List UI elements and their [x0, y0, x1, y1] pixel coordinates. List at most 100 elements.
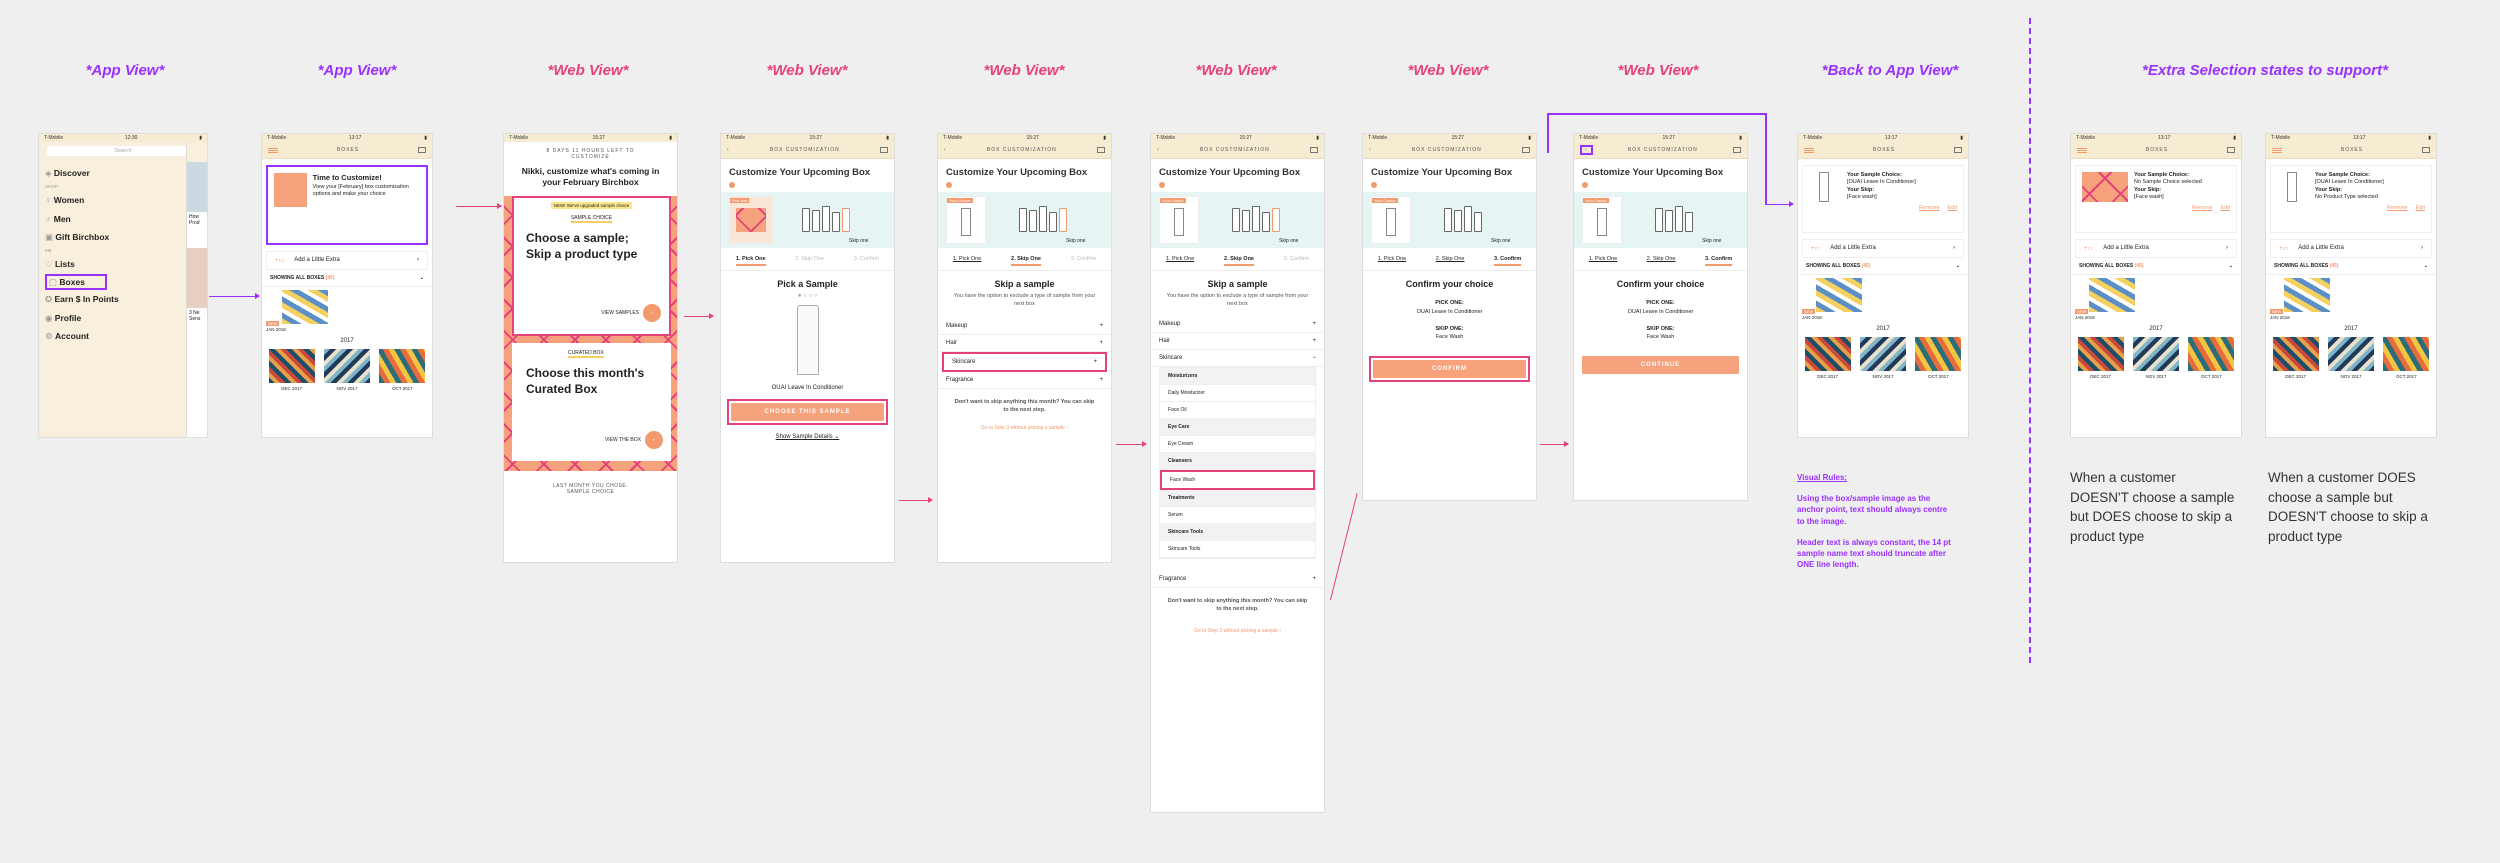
subcategory-item[interactable]: Face Oil: [1160, 402, 1315, 420]
remove-link[interactable]: Remove: [2387, 205, 2407, 211]
jan-box[interactable]: NEW JAN 2018: [2071, 275, 2241, 322]
box-oct[interactable]: OCT 2017: [2382, 336, 2430, 379]
box-dec[interactable]: DEC 2017: [2077, 336, 2125, 379]
add-extra-row[interactable]: +▭ Add a Little Extra ›: [266, 251, 428, 270]
tab-skip-one[interactable]: 2. Skip One: [1224, 256, 1254, 266]
tab-pick-one[interactable]: 1. Pick One: [1166, 256, 1194, 266]
cart-icon[interactable]: [1309, 147, 1318, 153]
subcategory-item[interactable]: Serum: [1160, 507, 1315, 525]
box-nov[interactable]: NOV 2017: [2132, 336, 2180, 379]
view-box-link[interactable]: VIEW THE BOX ›: [605, 431, 663, 450]
tab-skip-one[interactable]: 2. Skip One: [795, 256, 824, 266]
confirm-button[interactable]: CONFIRM: [1373, 360, 1526, 379]
menu-search-input[interactable]: Search: [47, 146, 199, 156]
cart-icon[interactable]: [1953, 147, 1962, 153]
jan-box[interactable]: NEW JAN 2018: [2266, 275, 2436, 322]
go-step3-link[interactable]: Go to Step 3 without picking a sample ›: [1151, 614, 1324, 634]
tab-skip-one[interactable]: 2. Skip One: [1647, 256, 1676, 266]
menu-item-men[interactable]: ♂ Men: [45, 210, 178, 229]
choose-sample-button[interactable]: CHOOSE THIS SAMPLE: [731, 403, 884, 421]
box-oct[interactable]: OCT 2017: [1914, 336, 1962, 379]
tab-confirm[interactable]: 3. Confirm: [1071, 256, 1096, 266]
selection-card[interactable]: Your Sample Choice: No Sample Choice sele…: [2075, 165, 2237, 233]
back-icon[interactable]: ‹: [727, 147, 730, 153]
continue-button[interactable]: CONTINUE: [1582, 356, 1739, 375]
subcategory-item[interactable]: Face Wash: [1160, 470, 1315, 491]
menu-item-account[interactable]: ⚙ Account: [45, 327, 178, 346]
go-step3-link[interactable]: Go to Step 3 without picking a sample ›: [938, 415, 1111, 431]
tab-confirm[interactable]: 3. Confirm: [854, 256, 879, 266]
cart-icon[interactable]: [417, 147, 426, 153]
back-icon[interactable]: ‹: [944, 147, 947, 153]
tab-skip-one[interactable]: 2. Skip One: [1436, 256, 1465, 266]
jan-box[interactable]: NEW JAN 2018: [1798, 275, 1968, 322]
nav-bar: ‹ BOX CUSTOMIZATION: [938, 142, 1111, 159]
menu-section-me: ME: [45, 247, 52, 253]
menu-item-boxes[interactable]: ▢ Boxes: [45, 273, 178, 291]
tab-skip-one[interactable]: 2. Skip One: [1011, 256, 1041, 266]
back-icon[interactable]: ‹: [1369, 147, 1372, 153]
cart-icon[interactable]: [879, 147, 888, 153]
subcategory-item[interactable]: Skincare Tools: [1160, 541, 1315, 559]
menu-item-points[interactable]: ✪ Earn $ In Points: [45, 290, 178, 309]
status-bar: T-Mobile 13:17 ▮: [1798, 134, 1968, 142]
add-extra-row[interactable]: +▭ Add a Little Extra ›: [1802, 239, 1964, 258]
menu-item-profile[interactable]: ◉ Profile: [45, 309, 178, 328]
add-extra-row[interactable]: +▭ Add a Little Extra ›: [2075, 239, 2237, 258]
jan-box[interactable]: NEW JAN 2018: [262, 287, 432, 334]
show-details-link[interactable]: Show Sample Details ⌄: [721, 429, 894, 444]
remove-link[interactable]: Remove: [1919, 205, 1939, 211]
box-dec[interactable]: DEC 2017: [2272, 336, 2320, 379]
category-makeup[interactable]: Makeup +: [1151, 316, 1324, 334]
menu-item-gift[interactable]: ▣ Gift Birchbox: [45, 228, 178, 247]
cart-icon[interactable]: [2421, 147, 2430, 153]
category-hair[interactable]: Hair +: [1151, 333, 1324, 351]
tab-pick-one[interactable]: 1. Pick One: [953, 256, 981, 266]
selection-text: Your Sample Choice: [OUAI Leave In Condit…: [2315, 172, 2425, 211]
tab-pick-one[interactable]: 1. Pick One: [735, 256, 766, 266]
tab-pick-one[interactable]: 1. Pick One: [1589, 256, 1617, 266]
edit-link[interactable]: Edit: [1948, 205, 1957, 211]
box-nov[interactable]: NOV 2017: [1859, 336, 1907, 379]
subcategory-item[interactable]: Eye Cream: [1160, 436, 1315, 454]
category-skincare[interactable]: Skincare +: [942, 352, 1107, 373]
box-nov[interactable]: NOV 2017: [2327, 336, 2375, 379]
tab-confirm[interactable]: 3. Confirm: [1705, 256, 1733, 266]
showing-all-row[interactable]: SHOWING ALL BOXES (45) ⌄: [2071, 258, 2241, 275]
category-hair[interactable]: Hair +: [938, 335, 1111, 353]
category-fragrance[interactable]: Fragrance +: [1151, 571, 1324, 589]
time-to-customize-card[interactable]: Time to Customize! View your [February] b…: [266, 165, 428, 245]
selection-card[interactable]: Your Sample Choice: [OUAI Leave In Condit…: [1802, 165, 1964, 233]
view-samples-link[interactable]: VIEW SAMPLES ›: [601, 304, 661, 323]
showing-all-row[interactable]: SHOWING ALL BOXES (45) ⌄: [262, 270, 432, 287]
showing-all-row[interactable]: SHOWING ALL BOXES (45) ⌄: [1798, 258, 1968, 275]
tab-confirm[interactable]: 3. Confirm: [1284, 256, 1309, 266]
category-fragrance[interactable]: Fragrance +: [938, 372, 1111, 390]
remove-link[interactable]: Remove: [2192, 205, 2212, 211]
showing-all-row[interactable]: SHOWING ALL BOXES (45) ⌄: [2266, 258, 2436, 275]
edit-link[interactable]: Edit: [2416, 205, 2425, 211]
selection-card[interactable]: Your Sample Choice: [OUAI Leave In Condit…: [2270, 165, 2432, 233]
subcategory-item[interactable]: Daily Moisturizer: [1160, 385, 1315, 403]
back-icon[interactable]: ‹: [1157, 147, 1160, 153]
menu-item-discover[interactable]: ◈ Discover: [45, 164, 178, 183]
cart-icon[interactable]: [1521, 147, 1530, 153]
tab-pick-one[interactable]: 1. Pick One: [1378, 256, 1406, 266]
menu-item-women[interactable]: ♀ Women: [45, 191, 178, 210]
box-oct[interactable]: OCT 2017: [378, 348, 426, 391]
cart-icon[interactable]: [2226, 147, 2235, 153]
tab-confirm[interactable]: 3. Confirm: [1494, 256, 1522, 266]
category-makeup[interactable]: Makeup +: [938, 318, 1111, 336]
box-dec[interactable]: DEC 2017: [268, 348, 316, 391]
category-skincare[interactable]: Skincare −: [1151, 350, 1324, 368]
box-dec[interactable]: DEC 2017: [1804, 336, 1852, 379]
cart-icon[interactable]: [1096, 147, 1105, 153]
sample-choice-card[interactable]: NEW! We've upgraded sample choice SAMPLE…: [512, 196, 671, 337]
menu-item-lists[interactable]: ♡ Lists: [45, 255, 178, 274]
curated-box-card[interactable]: CURATED BOX Choose this month's Curated …: [512, 343, 671, 462]
edit-link[interactable]: Edit: [2221, 205, 2230, 211]
add-extra-row[interactable]: +▭ Add a Little Extra ›: [2270, 239, 2432, 258]
box-oct[interactable]: OCT 2017: [2187, 336, 2235, 379]
box-nov[interactable]: NOV 2017: [323, 348, 371, 391]
carousel-dots[interactable]: ● ○ ○ ○: [721, 293, 894, 299]
